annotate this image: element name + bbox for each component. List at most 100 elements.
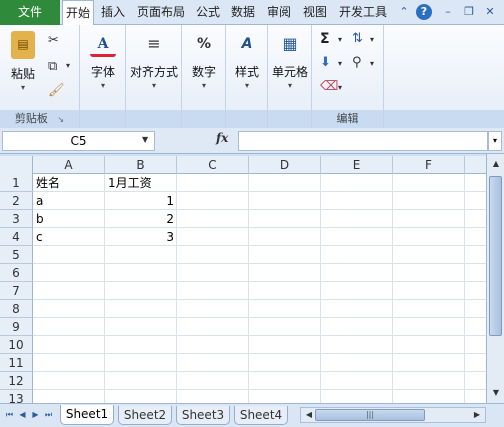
row-header-8[interactable]: 8: [0, 300, 33, 318]
cell-a1[interactable]: 姓名: [33, 174, 105, 192]
gridline: [33, 281, 486, 282]
help-icon[interactable]: ?: [416, 4, 432, 20]
column-header-e[interactable]: E: [321, 156, 393, 174]
cell-a2[interactable]: a: [33, 192, 105, 210]
gridline: [320, 174, 321, 403]
editing-label: 编辑: [336, 112, 359, 125]
clear-icon[interactable]: ⌫: [320, 79, 338, 94]
cell-b3[interactable]: 2: [105, 210, 177, 228]
minimize-ribbon-icon[interactable]: ⌃: [396, 4, 412, 20]
prev-sheet-icon[interactable]: ◀: [17, 408, 28, 422]
sum-icon[interactable]: Σ: [320, 31, 330, 47]
row-header-7[interactable]: 7: [0, 282, 33, 300]
tab-developer[interactable]: 开发工具: [336, 0, 390, 25]
file-tab[interactable]: 文件: [0, 0, 60, 25]
tab-review[interactable]: 审阅: [264, 0, 294, 25]
ribbon-tab-bar: 文件 开始 插入 页面布局 公式 数据 审阅 视图 开发工具 ⌃ ? – ❐ ✕: [0, 0, 504, 26]
sort-filter-dropdown-icon[interactable]: ▾: [370, 35, 374, 44]
alignment-button[interactable]: ≡ 对齐方式 ▾: [126, 31, 182, 90]
window-minimize-icon[interactable]: –: [440, 4, 456, 20]
cell-b2[interactable]: 1: [105, 192, 177, 210]
editing-group-label: 编辑: [312, 110, 383, 128]
fill-icon[interactable]: ⬇: [320, 55, 331, 70]
copy-icon[interactable]: ⧉: [48, 59, 57, 74]
scroll-up-icon[interactable]: ▲: [490, 158, 502, 170]
paste-button[interactable]: ▤ 粘贴 ▾: [4, 31, 42, 92]
row-header-10[interactable]: 10: [0, 336, 33, 354]
editing-group: Σ ▾ ⇅ ▾ ⬇ ▾ ⚲ ▾ ⌫ ▾ 编辑: [312, 25, 384, 128]
cell-b4[interactable]: 3: [105, 228, 177, 246]
clear-dropdown-icon[interactable]: ▾: [338, 83, 342, 92]
gridline: [33, 353, 486, 354]
format-painter-icon[interactable]: 🖌: [48, 83, 65, 98]
dialog-launcher-icon[interactable]: ↘: [57, 115, 64, 124]
tab-insert[interactable]: 插入: [97, 0, 129, 25]
styles-button[interactable]: A 样式 ▾: [228, 31, 266, 90]
number-button[interactable]: % 数字 ▾: [185, 31, 223, 90]
row-header-2[interactable]: 2: [0, 192, 33, 210]
name-box-dropdown-icon[interactable]: ▼: [142, 135, 148, 144]
select-all-corner[interactable]: [0, 156, 33, 174]
sheet-tab-sheet1[interactable]: Sheet1: [60, 405, 114, 425]
column-header-c[interactable]: C: [177, 156, 249, 174]
font-button[interactable]: A 字体 ▾: [84, 31, 122, 90]
cell-b1[interactable]: 1月工资: [105, 174, 177, 192]
row-header-13[interactable]: 13: [0, 390, 33, 403]
tab-view[interactable]: 视图: [300, 0, 330, 25]
copy-dropdown-icon[interactable]: ▾: [66, 61, 70, 70]
scroll-right-icon[interactable]: ▶: [471, 409, 483, 421]
column-header-f[interactable]: F: [393, 156, 465, 174]
vertical-scrollbar[interactable]: ▲ ▼: [486, 154, 504, 403]
insert-function-icon[interactable]: fx: [216, 131, 228, 145]
name-box[interactable]: C5: [2, 131, 155, 151]
expand-formula-bar-icon[interactable]: ▾: [488, 131, 502, 151]
scroll-left-icon[interactable]: ◀: [303, 409, 315, 421]
worksheet-grid[interactable]: A B C D E F 1 2 3 4 5 6 7 8 9 10 11 12 1…: [0, 156, 486, 403]
column-header-a[interactable]: A: [33, 156, 105, 174]
find-dropdown-icon[interactable]: ▾: [370, 59, 374, 68]
next-sheet-icon[interactable]: ▶: [30, 408, 41, 422]
window-restore-icon[interactable]: ❐: [461, 4, 477, 20]
row-header-11[interactable]: 11: [0, 354, 33, 372]
sheet-tab-sheet2[interactable]: Sheet2: [118, 406, 172, 425]
row-header-9[interactable]: 9: [0, 318, 33, 336]
alignment-group: ≡ 对齐方式 ▾: [126, 25, 182, 128]
sort-filter-icon[interactable]: ⇅: [352, 31, 363, 46]
first-sheet-icon[interactable]: ⏮: [4, 408, 15, 422]
window-close-icon[interactable]: ✕: [482, 4, 498, 20]
cell-a3[interactable]: b: [33, 210, 105, 228]
row-header-12[interactable]: 12: [0, 372, 33, 390]
clipboard-label: 剪贴板: [14, 112, 48, 125]
cells-group-footer: [268, 110, 311, 128]
horizontal-scroll-thumb[interactable]: |||: [315, 409, 425, 421]
cells-button[interactable]: ▦ 单元格 ▾: [269, 31, 311, 90]
number-group-footer: [182, 110, 225, 128]
tab-data[interactable]: 数据: [228, 0, 258, 25]
column-header-d[interactable]: D: [249, 156, 321, 174]
sheet-tab-sheet3[interactable]: Sheet3: [176, 406, 230, 425]
tab-formulas[interactable]: 公式: [193, 0, 223, 25]
last-sheet-icon[interactable]: ⏭: [43, 408, 54, 422]
clipboard-group-label: 剪贴板 ↘: [0, 110, 79, 128]
scroll-down-icon[interactable]: ▼: [490, 387, 502, 399]
cell-a4[interactable]: c: [33, 228, 105, 246]
formula-input[interactable]: [238, 131, 488, 151]
column-header-b[interactable]: B: [105, 156, 177, 174]
row-header-4[interactable]: 4: [0, 228, 33, 246]
cut-icon[interactable]: ✂: [48, 33, 59, 48]
align-icon: ≡: [147, 34, 161, 53]
fill-dropdown-icon[interactable]: ▾: [338, 59, 342, 68]
row-header-5[interactable]: 5: [0, 246, 33, 264]
tab-page-layout[interactable]: 页面布局: [134, 0, 188, 25]
vertical-scroll-thumb[interactable]: [489, 176, 502, 336]
sum-dropdown-icon[interactable]: ▾: [338, 35, 342, 44]
row-header-1[interactable]: 1: [0, 174, 33, 192]
sheet-tab-sheet4[interactable]: Sheet4: [234, 406, 288, 425]
gridline: [248, 174, 249, 403]
horizontal-scrollbar[interactable]: ◀ ||| ▶: [300, 407, 486, 423]
tab-home[interactable]: 开始: [62, 0, 94, 26]
find-icon[interactable]: ⚲: [352, 55, 362, 70]
row-header-6[interactable]: 6: [0, 264, 33, 282]
gridline: [464, 174, 465, 403]
row-header-3[interactable]: 3: [0, 210, 33, 228]
